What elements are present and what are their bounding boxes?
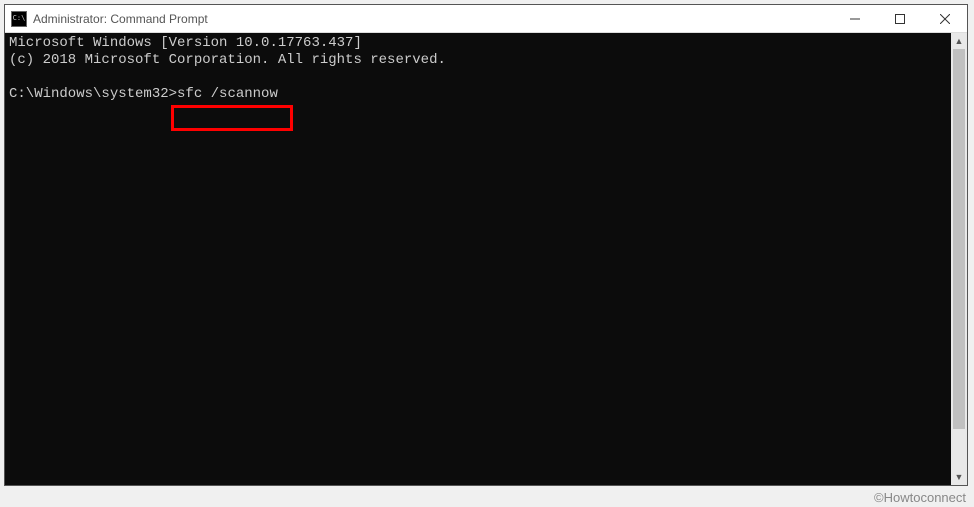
scroll-thumb[interactable] [953,49,965,429]
cmd-icon: C:\ [11,11,27,27]
minimize-button[interactable] [832,5,877,32]
vertical-scrollbar[interactable]: ▲ ▼ [951,33,967,485]
watermark-text: ©Howtoconnect [874,490,966,505]
prompt-path: C:\Windows\system32> [9,86,177,102]
maximize-button[interactable] [877,5,922,32]
close-button[interactable] [922,5,967,32]
window-controls [832,5,967,32]
version-line: Microsoft Windows [Version 10.0.17763.43… [9,35,362,51]
command-prompt-window: C:\ Administrator: Command Prompt Micros… [4,4,968,486]
typed-command: sfc /scannow [177,86,278,102]
window-title: Administrator: Command Prompt [33,12,832,26]
scroll-down-arrow[interactable]: ▼ [951,469,967,485]
scroll-up-arrow[interactable]: ▲ [951,33,967,49]
titlebar[interactable]: C:\ Administrator: Command Prompt [5,5,967,33]
terminal-area: Microsoft Windows [Version 10.0.17763.43… [5,33,967,485]
copyright-line: (c) 2018 Microsoft Corporation. All righ… [9,52,446,68]
terminal-output[interactable]: Microsoft Windows [Version 10.0.17763.43… [5,33,951,485]
